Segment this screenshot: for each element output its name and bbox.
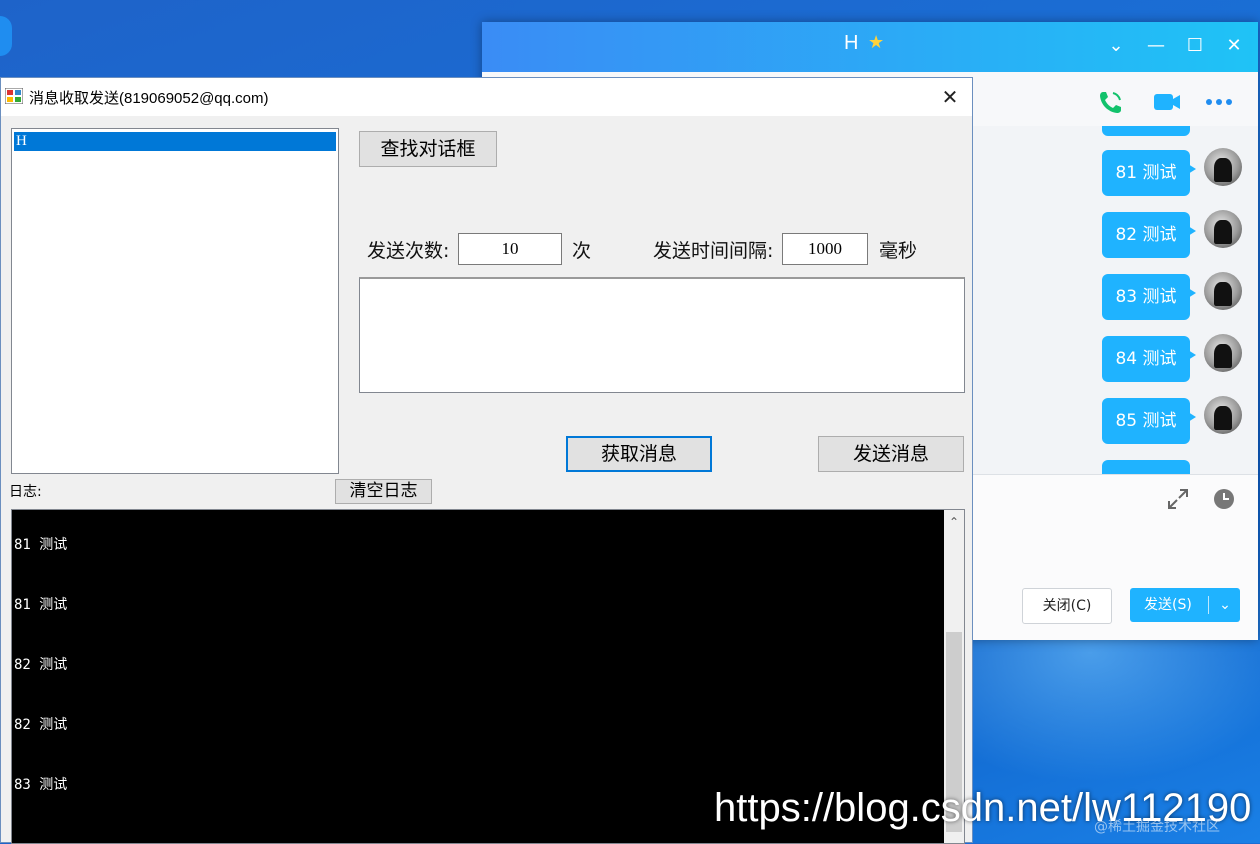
log-line: 82 测试 [14, 657, 68, 673]
message-bubble-partial [1102, 460, 1190, 474]
avatar[interactable] [1204, 148, 1242, 186]
clear-log-button[interactable]: 清空日志 [335, 479, 432, 504]
send-button-separator [1208, 596, 1209, 614]
find-dialog-button[interactable]: 查找对话框 [359, 131, 497, 167]
maximize-button[interactable]: ☐ [1183, 34, 1207, 58]
send-count-unit: 次 [572, 240, 592, 262]
list-item[interactable]: H [14, 132, 336, 151]
log-label: 日志: [9, 484, 42, 500]
send-count-input[interactable]: 10 [458, 233, 562, 265]
expand-icon[interactable] [1166, 487, 1190, 511]
scroll-up-icon[interactable]: ⌃ [944, 512, 964, 532]
close-chat-button[interactable]: 关闭(C) [1022, 588, 1112, 624]
log-line: 81 测试 [14, 597, 68, 613]
tool-window: 消息收取发送(819069052@qq.com) ✕ H 查找对话框 发送次数:… [0, 77, 973, 844]
chevron-down-icon[interactable]: ⌄ [1214, 588, 1236, 622]
clock-icon[interactable] [1212, 487, 1236, 511]
tool-window-title-bar[interactable]: 消息收取发送(819069052@qq.com) ✕ [1, 78, 972, 116]
avatar[interactable] [1204, 334, 1242, 372]
more-options-icon[interactable] [1204, 88, 1234, 116]
app-icon [5, 88, 23, 104]
window-title: 消息收取发送(819069052@qq.com) [29, 90, 269, 107]
close-icon[interactable]: ✕ [937, 84, 963, 110]
close-button[interactable]: ✕ [1222, 34, 1246, 58]
message-bubble[interactable]: 84 测试 [1102, 336, 1196, 382]
chevron-down-icon[interactable]: ⌄ [1104, 34, 1128, 58]
get-message-button[interactable]: 获取消息 [566, 436, 712, 472]
message-bubble[interactable]: 85 测试 [1102, 398, 1196, 444]
send-message-button[interactable]: 发送消息 [818, 436, 964, 472]
star-icon: ★ [868, 32, 885, 53]
desktop-app-icon[interactable] [0, 16, 12, 56]
avatar[interactable] [1204, 210, 1242, 248]
message-bubble[interactable]: 82 测试 [1102, 212, 1196, 258]
send-button[interactable]: 发送(S) ⌄ [1130, 588, 1240, 622]
voice-call-icon[interactable] [1096, 88, 1126, 116]
message-bubble-partial [1102, 126, 1190, 136]
avatar[interactable] [1204, 272, 1242, 310]
log-line: 81 测试 [14, 537, 68, 553]
message-list[interactable]: 81 测试 82 测试 83 测试 84 测试 85 测试 [972, 126, 1258, 474]
send-count-label: 发送次数: [367, 240, 450, 262]
interval-label: 发送时间间隔: [653, 240, 774, 262]
message-bubble[interactable]: 81 测试 [1102, 150, 1196, 196]
log-line: 82 测试 [14, 717, 68, 733]
interval-input[interactable]: 1000 [782, 233, 868, 265]
send-button-label: 发送(S) [1144, 597, 1192, 613]
chat-contact-name: H [844, 32, 859, 54]
interval-unit: 毫秒 [879, 240, 918, 262]
dialog-listbox[interactable]: H [11, 128, 339, 474]
avatar[interactable] [1204, 396, 1242, 434]
log-line: 83 测试 [14, 777, 68, 793]
qq-title-bar[interactable]: H ★ ⌄ — ☐ ✕ [482, 22, 1258, 72]
message-textarea[interactable] [359, 277, 965, 393]
watermark-community: @稀土掘金技术社区 [1094, 819, 1220, 835]
video-call-icon[interactable] [1152, 88, 1182, 116]
minimize-button[interactable]: — [1144, 34, 1168, 58]
message-bubble[interactable]: 83 测试 [1102, 274, 1196, 320]
